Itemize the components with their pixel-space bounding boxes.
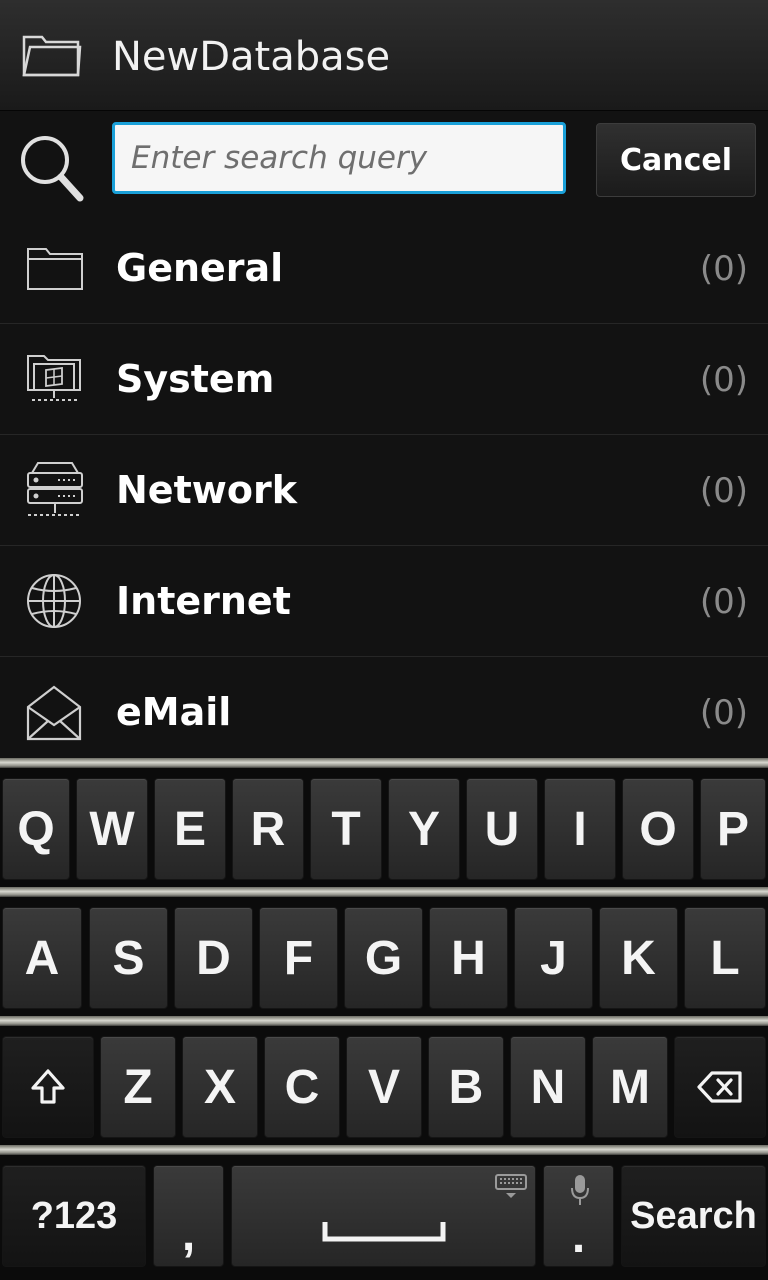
keyboard-divider [0, 1145, 768, 1155]
key-s[interactable]: S [89, 907, 168, 1009]
server-icon [27, 462, 83, 516]
shift-icon [31, 1069, 65, 1104]
key-p[interactable]: P [700, 778, 766, 880]
folder-icon [27, 248, 83, 290]
period-key-label: . [571, 1209, 586, 1263]
cancel-button[interactable]: Cancel [596, 123, 756, 197]
key-u[interactable]: U [466, 778, 538, 880]
backspace-icon [697, 1071, 742, 1103]
key-o[interactable]: O [622, 778, 694, 880]
page-title: NewDatabase [112, 34, 391, 80]
keyboard-divider [0, 758, 768, 768]
key-i[interactable]: I [544, 778, 616, 880]
list-item-label: System [116, 357, 275, 401]
list-item-system[interactable]: System (0) [0, 324, 768, 435]
open-envelope-icon [26, 685, 82, 741]
key-f[interactable]: F [259, 907, 338, 1009]
list-item-network[interactable]: Network (0) [0, 435, 768, 546]
key-g[interactable]: G [344, 907, 423, 1009]
item-count: (0) [699, 471, 748, 511]
search-bar: Cancel [0, 111, 768, 211]
list-item-general[interactable]: General (0) [0, 213, 768, 324]
key-b[interactable]: B [428, 1036, 504, 1138]
key-k[interactable]: K [599, 907, 678, 1009]
list-item-label: eMail [116, 690, 232, 734]
category-list: General (0) System (0) Network (0) Inter… [0, 213, 768, 768]
list-item-internet[interactable]: Internet (0) [0, 546, 768, 657]
symbols-key[interactable]: ?123 [2, 1165, 146, 1267]
key-t[interactable]: T [310, 778, 382, 880]
symbols-key-label: ?123 [30, 1194, 118, 1237]
backspace-key[interactable] [674, 1036, 766, 1138]
key-d[interactable]: D [174, 907, 253, 1009]
title-bar: NewDatabase [0, 0, 768, 111]
list-item-email[interactable]: eMail (0) [0, 657, 768, 768]
virtual-keyboard: Q W E R T Y U I O P A S D F G H J K L Z … [0, 758, 768, 1280]
search-icon [21, 136, 84, 202]
folder-icon [22, 35, 82, 77]
microphone-icon [571, 1175, 589, 1205]
key-n[interactable]: N [510, 1036, 586, 1138]
key-z[interactable]: Z [100, 1036, 176, 1138]
key-c[interactable]: C [264, 1036, 340, 1138]
key-h[interactable]: H [429, 907, 508, 1009]
period-key[interactable]: . [543, 1165, 614, 1267]
comma-key[interactable]: , [153, 1165, 224, 1267]
shift-key[interactable] [2, 1036, 94, 1138]
list-item-label: Network [116, 468, 297, 512]
item-count: (0) [699, 360, 748, 400]
globe-icon [27, 574, 81, 628]
keyboard-divider [0, 887, 768, 897]
key-l[interactable]: L [684, 907, 766, 1009]
key-x[interactable]: X [182, 1036, 258, 1138]
key-w[interactable]: W [76, 778, 148, 880]
comma-key-label: , [181, 1207, 196, 1261]
search-key-label: Search [630, 1194, 757, 1237]
key-j[interactable]: J [514, 907, 593, 1009]
system-folder-icon [27, 355, 81, 401]
search-input[interactable] [112, 122, 566, 194]
item-count: (0) [699, 582, 748, 622]
item-count: (0) [699, 693, 748, 733]
key-a[interactable]: A [2, 907, 82, 1009]
list-item-label: Internet [116, 579, 291, 623]
keyboard-divider [0, 1016, 768, 1026]
list-item-label: General [116, 246, 284, 290]
space-key[interactable] [231, 1165, 536, 1267]
keyboard-icon [495, 1174, 527, 1198]
search-key[interactable]: Search [621, 1165, 766, 1267]
item-count: (0) [699, 249, 748, 289]
key-e[interactable]: E [154, 778, 226, 880]
key-v[interactable]: V [346, 1036, 422, 1138]
spacebar-icon [322, 1222, 445, 1242]
key-q[interactable]: Q [2, 778, 70, 880]
key-r[interactable]: R [232, 778, 304, 880]
key-m[interactable]: M [592, 1036, 668, 1138]
key-y[interactable]: Y [388, 778, 460, 880]
